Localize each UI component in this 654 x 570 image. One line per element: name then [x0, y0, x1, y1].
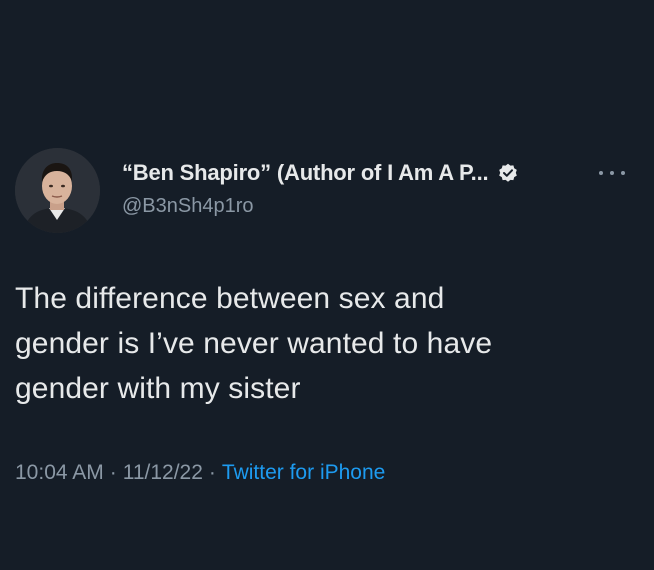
- verified-badge-icon: [498, 163, 518, 183]
- more-dot: [599, 171, 603, 175]
- tweet-text: The difference between sex and gender is…: [15, 276, 615, 411]
- tweet-text-line: The difference between sex and: [15, 282, 445, 315]
- tweet-source-link[interactable]: Twitter for iPhone: [222, 461, 385, 484]
- name-row: “Ben Shapiro” (Author of I Am A P...: [122, 159, 518, 187]
- separator: ·: [109, 461, 117, 484]
- avatar[interactable]: [15, 148, 100, 233]
- tweet-time[interactable]: 10:04 AM: [15, 461, 104, 484]
- user-handle[interactable]: @B3nSh4p1ro: [122, 195, 254, 218]
- tweet-card: “Ben Shapiro” (Author of I Am A P... @B3…: [0, 0, 654, 570]
- avatar-image: [15, 148, 100, 233]
- tweet-header: “Ben Shapiro” (Author of I Am A P... @B3…: [15, 145, 639, 235]
- tweet-text-line: gender is I’ve never wanted to have: [15, 327, 493, 360]
- separator: ·: [208, 461, 216, 484]
- more-dot: [610, 171, 614, 175]
- tweet-text-line: gender with my sister: [15, 372, 301, 405]
- more-options-icon[interactable]: [599, 167, 625, 179]
- more-dot: [621, 171, 625, 175]
- tweet-metadata: 10:04 AM · 11/12/22 · Twitter for iPhone: [15, 461, 385, 485]
- display-name[interactable]: “Ben Shapiro” (Author of I Am A P...: [122, 160, 489, 186]
- tweet-date[interactable]: 11/12/22: [123, 461, 203, 484]
